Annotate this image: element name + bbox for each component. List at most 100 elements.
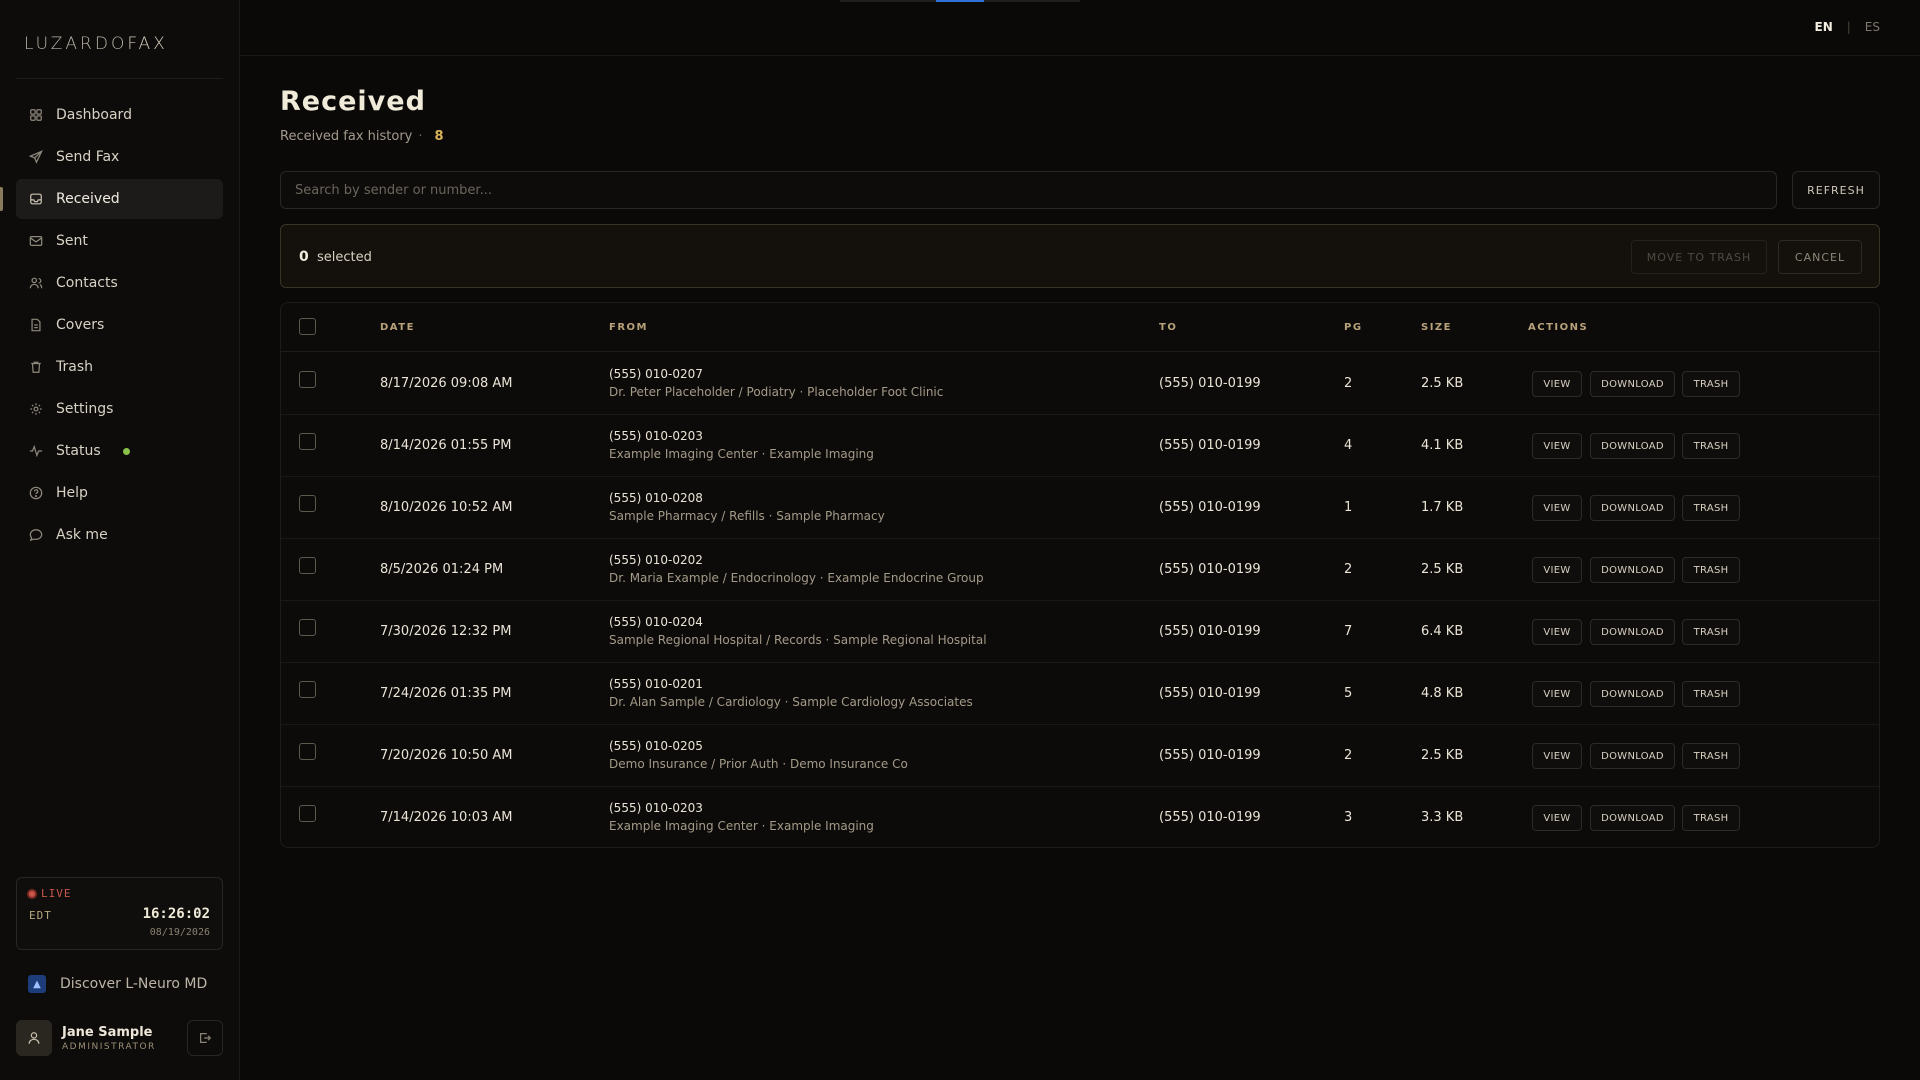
table-row[interactable]: 7/14/2026 10:03 AM (555) 010-0203 Example …	[281, 787, 1879, 849]
send-icon	[28, 149, 44, 165]
cell-pages: 2	[1344, 748, 1353, 763]
download-button[interactable]: DOWNLOAD	[1590, 557, 1675, 583]
sidebar-item-label: Dashboard	[56, 107, 132, 123]
table-row[interactable]: 7/20/2026 10:50 AM (555) 010-0205 Demo Ins…	[281, 725, 1879, 787]
header-to[interactable]: TO	[1159, 322, 1177, 333]
table-row[interactable]: 7/30/2026 12:32 PM (555) 010-0204 Sample R…	[281, 601, 1879, 663]
trash-button[interactable]: TRASH	[1682, 805, 1740, 831]
pulse-icon	[28, 443, 44, 459]
user-avatar-icon[interactable]	[16, 1020, 52, 1056]
trash-icon	[28, 359, 44, 375]
cell-pages: 2	[1344, 376, 1353, 391]
view-button[interactable]: VIEW	[1532, 557, 1582, 583]
subtitle-text: Received fax history	[280, 129, 413, 144]
download-button[interactable]: DOWNLOAD	[1590, 681, 1675, 707]
view-button[interactable]: VIEW	[1532, 619, 1582, 645]
search-input[interactable]	[280, 171, 1777, 209]
trash-button[interactable]: TRASH	[1682, 433, 1740, 459]
select-all-checkbox[interactable]	[299, 318, 316, 335]
header-from[interactable]: FROM	[609, 322, 648, 333]
sidebar-item-received[interactable]: Received	[16, 179, 223, 219]
sidebar-item-status[interactable]: Status	[16, 431, 223, 471]
gear-icon	[28, 401, 44, 417]
sidebar-item-dashboard[interactable]: Dashboard	[16, 95, 223, 135]
trash-button[interactable]: TRASH	[1682, 619, 1740, 645]
cell-to-number: (555) 010-0199	[1159, 748, 1261, 763]
refresh-button[interactable]: REFRESH	[1792, 171, 1880, 209]
cell-sender-name: Demo Insurance / Prior Auth · Demo Insur…	[609, 757, 908, 771]
trash-button[interactable]: TRASH	[1682, 743, 1740, 769]
row-checkbox[interactable]	[299, 557, 316, 574]
row-checkbox[interactable]	[299, 371, 316, 388]
row-checkbox[interactable]	[299, 805, 316, 822]
row-checkbox[interactable]	[299, 619, 316, 636]
move-to-trash-button[interactable]: MOVE TO TRASH	[1631, 240, 1767, 274]
trash-button[interactable]: TRASH	[1682, 371, 1740, 397]
download-button[interactable]: DOWNLOAD	[1590, 619, 1675, 645]
view-button[interactable]: VIEW	[1532, 371, 1582, 397]
discover-link[interactable]: ▲ Discover L-Neuro MD	[28, 975, 207, 993]
cell-to-number: (555) 010-0199	[1159, 624, 1261, 639]
page-subtitle: Received fax history · 8	[280, 129, 444, 144]
live-dot-icon	[27, 888, 37, 899]
trash-button[interactable]: TRASH	[1682, 681, 1740, 707]
download-button[interactable]: DOWNLOAD	[1590, 371, 1675, 397]
app-logo[interactable]: LUZARDOFAX	[24, 34, 168, 54]
header-date[interactable]: DATE	[380, 322, 415, 333]
sidebar-item-label: Send Fax	[56, 149, 120, 165]
header-size[interactable]: SIZE	[1421, 322, 1452, 333]
download-button[interactable]: DOWNLOAD	[1590, 805, 1675, 831]
download-button[interactable]: DOWNLOAD	[1590, 743, 1675, 769]
cell-sender-name: Example Imaging Center · Example Imaging	[609, 447, 874, 461]
view-button[interactable]: VIEW	[1532, 805, 1582, 831]
sidebar-item-settings[interactable]: Settings	[16, 389, 223, 429]
row-checkbox[interactable]	[299, 743, 316, 760]
cell-size: 2.5 KB	[1421, 562, 1464, 577]
download-button[interactable]: DOWNLOAD	[1590, 433, 1675, 459]
cell-to-number: (555) 010-0199	[1159, 438, 1261, 453]
row-checkbox[interactable]	[299, 495, 316, 512]
row-checkbox[interactable]	[299, 681, 316, 698]
lang-en-button[interactable]: EN	[1815, 20, 1833, 34]
sidebar-item-trash[interactable]: Trash	[16, 347, 223, 387]
view-button[interactable]: VIEW	[1532, 433, 1582, 459]
lang-es-button[interactable]: ES	[1865, 20, 1880, 34]
table-row[interactable]: 8/5/2026 01:24 PM (555) 010-0202 Dr. Maria…	[281, 539, 1879, 601]
cell-pages: 3	[1344, 810, 1353, 825]
cell-pages: 2	[1344, 562, 1353, 577]
sidebar-item-help[interactable]: Help	[16, 473, 223, 513]
cell-size: 1.7 KB	[1421, 500, 1464, 515]
view-button[interactable]: VIEW	[1532, 681, 1582, 707]
trash-button[interactable]: TRASH	[1682, 495, 1740, 521]
sidebar-item-sent[interactable]: Sent	[16, 221, 223, 261]
sidebar: LUZARDOFAX Dashboard Send Fax Received Sent…	[0, 0, 240, 1080]
selected-label: selected	[317, 250, 372, 265]
help-icon	[28, 485, 44, 501]
download-button[interactable]: DOWNLOAD	[1590, 495, 1675, 521]
view-button[interactable]: VIEW	[1532, 495, 1582, 521]
logout-button[interactable]	[187, 1020, 223, 1056]
cell-date: 8/17/2026 09:08 AM	[380, 376, 513, 391]
row-checkbox[interactable]	[299, 433, 316, 450]
header-pg[interactable]: PG	[1344, 322, 1363, 333]
cancel-button[interactable]: CANCEL	[1778, 240, 1862, 274]
sidebar-item-contacts[interactable]: Contacts	[16, 263, 223, 303]
document-icon	[28, 317, 44, 333]
cell-size: 2.5 KB	[1421, 748, 1464, 763]
sidebar-item-ask-me[interactable]: Ask me	[16, 515, 223, 555]
cell-date: 8/14/2026 01:55 PM	[380, 438, 512, 453]
cell-date: 7/20/2026 10:50 AM	[380, 748, 513, 763]
sidebar-item-send-fax[interactable]: Send Fax	[16, 137, 223, 177]
table-row[interactable]: 8/17/2026 09:08 AM (555) 010-0207 Dr. Pete…	[281, 353, 1879, 415]
table-row[interactable]: 8/10/2026 10:52 AM (555) 010-0208 Sample P…	[281, 477, 1879, 539]
cell-pages: 1	[1344, 500, 1353, 515]
trash-button[interactable]: TRASH	[1682, 557, 1740, 583]
sidebar-nav: Dashboard Send Fax Received Sent Contacts Cov…	[16, 95, 223, 557]
table-row[interactable]: 8/14/2026 01:55 PM (555) 010-0203 Example …	[281, 415, 1879, 477]
sidebar-item-covers[interactable]: Covers	[16, 305, 223, 345]
cell-from-number: (555) 010-0202	[609, 553, 703, 567]
table-row[interactable]: 7/24/2026 01:35 PM (555) 010-0201 Dr. Alan…	[281, 663, 1879, 725]
fax-count: 8	[434, 129, 444, 144]
users-icon	[28, 275, 44, 291]
view-button[interactable]: VIEW	[1532, 743, 1582, 769]
